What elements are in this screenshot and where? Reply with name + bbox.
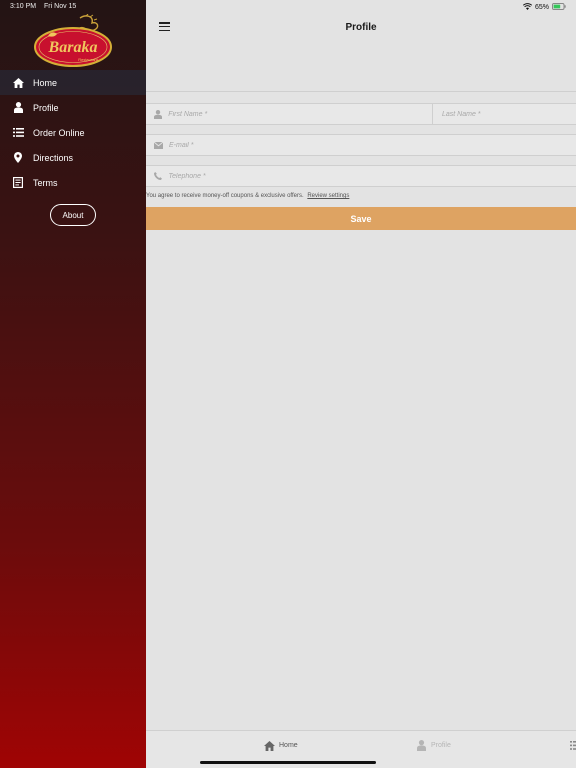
- drawer-item-label: Profile: [33, 102, 59, 113]
- drawer-item-home[interactable]: Home: [0, 70, 146, 95]
- navigation-drawer: 3:10 PM Fri Nov 15 Baraka Restaurant Hom…: [0, 0, 146, 768]
- battery-percent: 65%: [534, 4, 549, 11]
- drawer-item-label: Home: [33, 77, 58, 88]
- tab-label: Profile: [431, 742, 451, 749]
- drawer-item-order-online[interactable]: Order Online: [0, 120, 146, 145]
- drawer-item-label: Order Online: [33, 127, 85, 138]
- status-bar-left: 3:10 PM Fri Nov 15: [10, 3, 82, 10]
- drawer-item-terms[interactable]: Terms: [0, 170, 146, 195]
- map-pin-icon: [12, 152, 24, 164]
- envelope-icon: [154, 141, 163, 150]
- person-icon: [154, 109, 163, 119]
- logo-subtext: Restaurant: [78, 57, 98, 62]
- battery-icon: [552, 3, 566, 12]
- drawer-menu: Home Profile Order Online Directions Ter…: [0, 70, 146, 195]
- telephone-field[interactable]: [168, 172, 576, 180]
- drawer-item-label: Directions: [33, 152, 74, 163]
- tab-bar: Home Profile: [146, 730, 576, 768]
- telephone-row: [146, 165, 576, 187]
- home-icon: [264, 740, 275, 751]
- header-divider: [146, 91, 576, 92]
- home-indicator[interactable]: [200, 761, 376, 764]
- about-button[interactable]: About: [50, 204, 96, 226]
- name-row: [146, 103, 576, 125]
- drawer-item-profile[interactable]: Profile: [0, 95, 146, 120]
- consent-text: You agree to receive money-off coupons &…: [146, 193, 349, 199]
- drawer-item-label: Terms: [33, 177, 58, 188]
- wifi-icon: [522, 3, 533, 12]
- tab-profile[interactable]: Profile: [416, 740, 451, 751]
- tab-label: Home: [279, 742, 298, 749]
- person-icon: [416, 740, 427, 751]
- profile-screen: 65% Profile You agree to receive money-o…: [146, 0, 576, 768]
- document-icon: [12, 177, 24, 189]
- email-row: [146, 134, 576, 156]
- save-button[interactable]: Save: [146, 207, 576, 230]
- consent-message: You agree to receive money-off coupons &…: [146, 193, 304, 199]
- first-name-cell: [146, 104, 433, 124]
- page-title: Profile: [345, 22, 377, 33]
- phone-icon: [154, 172, 163, 181]
- last-name-cell: [433, 104, 576, 124]
- tab-home[interactable]: Home: [264, 740, 298, 751]
- review-settings-link[interactable]: Review settings: [307, 193, 349, 199]
- home-icon: [12, 77, 24, 89]
- email-field[interactable]: [169, 141, 576, 149]
- status-date: Fri Nov 15: [44, 3, 77, 10]
- status-bar-right: 65%: [522, 3, 566, 12]
- tab-more[interactable]: [568, 740, 576, 751]
- drawer-item-directions[interactable]: Directions: [0, 145, 146, 170]
- list-icon: [568, 740, 576, 751]
- logo-text: Baraka: [48, 39, 98, 56]
- list-icon: [12, 127, 24, 139]
- last-name-field[interactable]: [442, 110, 576, 118]
- status-time: 3:10 PM: [10, 3, 37, 10]
- first-name-field[interactable]: [168, 110, 432, 118]
- person-icon: [12, 102, 24, 114]
